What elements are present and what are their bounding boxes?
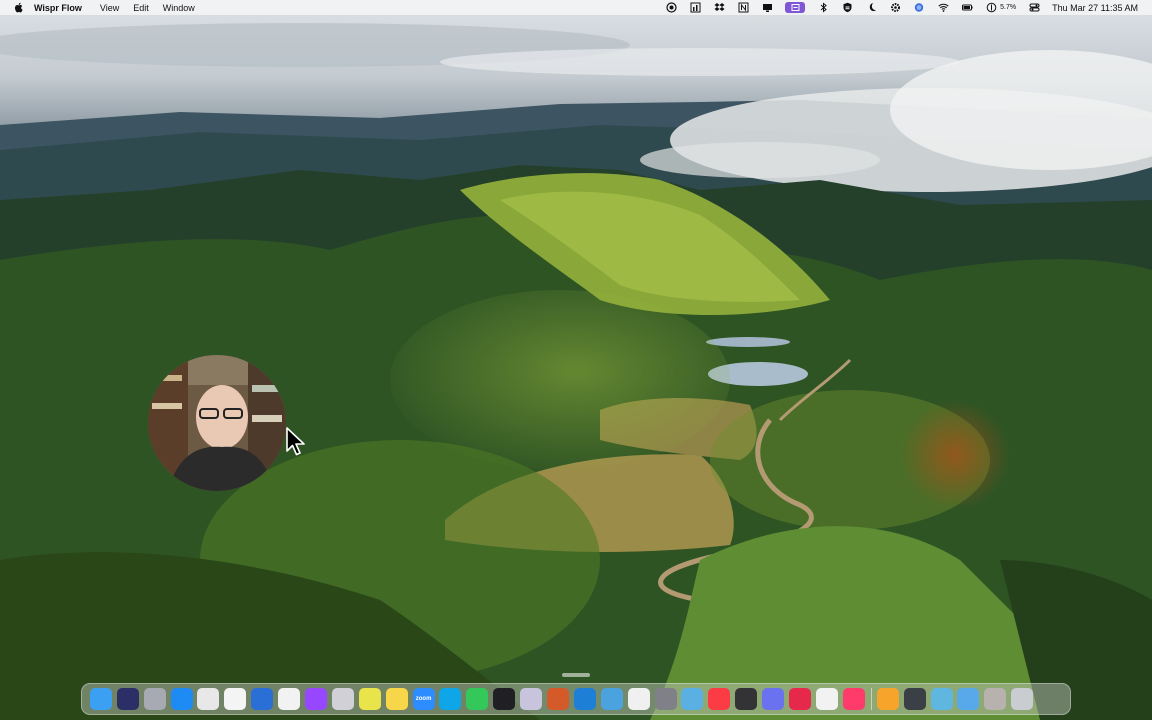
gear-icon[interactable] [889,2,901,13]
zoom-icon[interactable]: zoom [412,688,435,710]
shield-icon[interactable] [841,2,853,13]
plane-icon[interactable] [789,688,812,710]
cloud-icon[interactable] [600,688,623,710]
dock: zoom [81,683,1071,715]
skype-icon[interactable] [439,688,462,710]
screen-record-icon[interactable] [665,2,677,13]
screenshot-app-icon[interactable] [251,688,274,710]
wifi-icon[interactable] [937,2,949,13]
notion-icon[interactable] [737,2,749,13]
wallpaper [0,0,1152,720]
siri-app-icon[interactable] [116,688,139,710]
calculator-icon[interactable] [735,688,758,710]
battery-percent-text: 5.7% [1000,4,1017,11]
shield-app-icon[interactable] [654,688,677,710]
target-icon[interactable] [842,688,865,710]
folder-orange-icon[interactable] [876,688,899,710]
launchpad-icon[interactable] [143,688,166,710]
script-editor-icon[interactable] [331,688,354,710]
webcam-overlay[interactable] [148,355,286,491]
menu-edit[interactable]: Edit [133,3,149,13]
chatgpt-icon[interactable] [815,688,838,710]
memory-monitor-icon[interactable] [689,2,701,13]
menu-view[interactable]: View [100,3,119,13]
finder-icon[interactable] [89,688,112,710]
tempo-icon[interactable] [358,688,381,710]
settings-app-icon[interactable] [762,688,785,710]
wispr-flow-active-icon[interactable] [785,2,806,13]
preview-icon[interactable] [930,688,953,710]
display-icon[interactable] [761,2,773,13]
messages-icon[interactable] [466,688,489,710]
bbedit-icon[interactable] [520,688,543,710]
moon-icon[interactable] [865,2,877,13]
app-store-icon[interactable] [170,688,193,710]
dropbox-icon[interactable] [713,2,725,13]
photos-icon[interactable] [627,688,650,710]
scissors-icon[interactable] [493,688,516,710]
menu-bar: Wispr Flow View Edit Window 5.7% Thu Mar… [0,0,1152,15]
stats-app-icon[interactable] [903,688,926,710]
dock-separator [870,688,872,710]
claude-icon[interactable] [547,688,570,710]
apple-menu-icon[interactable] [12,2,26,13]
reminders-icon[interactable] [278,688,301,710]
menu-window[interactable]: Window [163,3,195,13]
vscode-icon[interactable] [573,688,596,710]
notion-app-icon[interactable] [224,688,247,710]
downloads-folder-icon[interactable] [957,688,980,710]
battery-icon[interactable] [961,2,973,13]
menu-clock[interactable]: Thu Mar 27 11:35 AM [1052,3,1138,13]
desktop[interactable]: Wispr Flow View Edit Window 5.7% Thu Mar… [0,0,1152,720]
archive-icon[interactable] [984,688,1007,710]
zoom-icon-label: zoom [415,696,432,702]
bluetooth-icon[interactable] [817,2,829,13]
maps-icon[interactable] [681,688,704,710]
figma-icon[interactable] [305,688,328,710]
mouse-cursor-icon [286,427,305,456]
app-name-menu[interactable]: Wispr Flow [34,3,82,13]
siri-icon[interactable] [913,2,925,13]
battery-percent-icon[interactable] [985,2,997,13]
trash-icon[interactable] [1011,688,1034,710]
control-center-icon[interactable] [1028,2,1040,13]
dock-resize-handle[interactable] [562,673,590,677]
chrome-icon[interactable] [197,688,220,710]
music-icon[interactable] [708,688,731,710]
notes-icon[interactable] [385,688,408,710]
